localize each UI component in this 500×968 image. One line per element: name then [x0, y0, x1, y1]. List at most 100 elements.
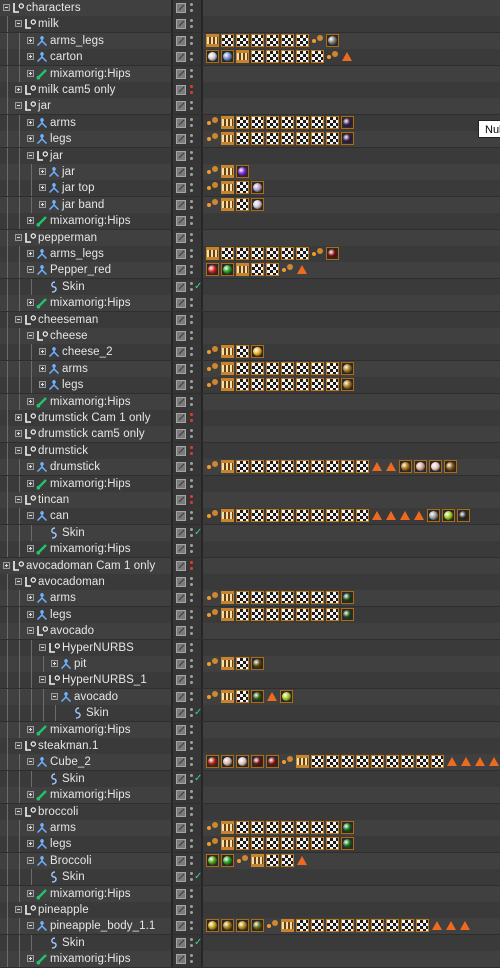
warning-triangle-icon[interactable] [385, 509, 397, 522]
collapse-minus-icon[interactable] [39, 643, 46, 651]
layer-icon[interactable] [176, 35, 186, 46]
checker-tag-icon[interactable] [281, 247, 294, 260]
layer-icon[interactable] [176, 790, 186, 801]
column-divider[interactable] [201, 918, 203, 935]
layer-icon[interactable] [176, 593, 186, 604]
checker-tag-icon[interactable] [431, 755, 444, 769]
kinematic-tag-icon[interactable] [311, 247, 324, 260]
column-divider[interactable] [201, 623, 203, 640]
checker-tag-icon[interactable] [266, 837, 279, 851]
object-row[interactable]: mixamorig:Hips [0, 65, 500, 83]
kinematic-tag-icon[interactable] [206, 460, 219, 473]
checker-tag-icon[interactable] [371, 755, 384, 769]
object-row[interactable]: mixamorig:Hips [0, 295, 500, 313]
object-row[interactable]: avocadoman [0, 574, 500, 591]
collapse-minus-icon[interactable] [15, 742, 22, 749]
warning-triangle-icon[interactable] [413, 509, 425, 522]
checker-tag-icon[interactable] [281, 378, 294, 392]
object-name-label[interactable]: Pepper_red [50, 263, 111, 277]
collapse-minus-icon[interactable] [27, 266, 34, 274]
checker-tag-icon[interactable] [266, 460, 279, 474]
layer-icon[interactable] [176, 314, 186, 325]
layer-icon[interactable] [176, 183, 186, 194]
object-name-label[interactable]: HyperNURBS [62, 641, 134, 655]
warning-triangle-icon[interactable] [341, 50, 353, 63]
checker-tag-icon[interactable] [326, 378, 339, 392]
layer-icon[interactable] [176, 445, 186, 456]
object-name-label[interactable]: Skin [62, 936, 85, 950]
object-row[interactable]: cheese [0, 328, 500, 345]
layer-icon[interactable] [176, 462, 186, 473]
object-row[interactable]: avocado [0, 688, 500, 706]
object-row[interactable]: drumstick [0, 459, 500, 477]
layer-icon[interactable] [176, 232, 186, 243]
expand-plus-icon[interactable] [39, 381, 46, 389]
column-divider[interactable] [201, 672, 203, 689]
object-row[interactable]: drumstick [0, 442, 500, 460]
checker-tag-icon[interactable] [341, 460, 354, 474]
layer-icon[interactable] [176, 806, 186, 817]
warning-triangle-icon[interactable] [431, 919, 443, 932]
kinematic-tag-icon[interactable] [206, 591, 219, 604]
expand-plus-icon[interactable] [27, 250, 34, 257]
layer-icon[interactable] [176, 872, 186, 883]
collapse-minus-icon[interactable] [27, 151, 34, 159]
editor-visibility-dot[interactable] [190, 888, 193, 892]
layer-icon[interactable] [176, 117, 186, 128]
collapse-minus-icon[interactable] [51, 692, 58, 700]
object-row[interactable]: steakman.1 [0, 738, 500, 755]
checker-tag-icon[interactable] [236, 378, 249, 392]
warning-triangle-icon[interactable] [371, 460, 383, 473]
checker-tag-icon[interactable] [266, 115, 279, 129]
column-divider[interactable] [201, 934, 203, 951]
checker-tag-icon[interactable] [266, 378, 279, 392]
editor-visibility-dot[interactable] [190, 495, 193, 498]
layer-icon[interactable] [176, 544, 186, 555]
checker-tag-icon[interactable] [326, 460, 339, 474]
collapse-minus-icon[interactable] [27, 332, 34, 339]
layer-icon[interactable] [176, 331, 186, 341]
checker-tag-icon[interactable] [296, 115, 309, 129]
column-divider[interactable] [201, 49, 203, 66]
object-name-label[interactable]: cheeseman [38, 313, 98, 327]
column-divider[interactable] [201, 426, 203, 443]
layer-icon[interactable] [176, 839, 186, 850]
layer-icon[interactable] [176, 855, 186, 866]
editor-visibility-dot[interactable] [190, 741, 193, 744]
material-tag-icon[interactable] [280, 689, 293, 703]
checker-tag-icon[interactable] [266, 33, 279, 47]
render-visibility-dot[interactable] [190, 238, 193, 242]
column-divider[interactable] [201, 590, 203, 607]
checker-tag-icon[interactable] [251, 607, 264, 621]
object-row[interactable]: tincan [0, 492, 500, 509]
object-name-label[interactable]: avocado [50, 624, 94, 638]
texture-tag-icon[interactable] [221, 197, 234, 211]
checker-tag-icon[interactable] [326, 591, 339, 605]
layer-icon[interactable] [176, 757, 186, 768]
checker-tag-icon[interactable] [386, 755, 399, 769]
object-row[interactable]: mixamorig:Hips [0, 213, 500, 231]
checker-tag-icon[interactable] [356, 755, 369, 769]
object-row[interactable]: arms_legs [0, 32, 500, 50]
kinematic-tag-icon[interactable] [311, 34, 324, 47]
texture-tag-icon[interactable] [236, 50, 249, 64]
render-visibility-dot[interactable] [190, 501, 193, 504]
column-divider[interactable] [201, 770, 203, 787]
object-name-label[interactable]: avocado [74, 690, 118, 704]
texture-tag-icon[interactable] [221, 165, 234, 178]
checker-tag-icon[interactable] [236, 657, 249, 670]
expand-plus-icon[interactable] [27, 610, 34, 618]
texture-tag-icon[interactable] [206, 247, 219, 260]
column-divider[interactable] [201, 114, 203, 131]
object-row[interactable]: arms_legs [0, 246, 500, 263]
object-row[interactable]: jar [0, 98, 500, 116]
kinematic-tag-icon[interactable] [281, 263, 294, 276]
render-visibility-dot[interactable] [190, 451, 193, 455]
render-visibility-dot[interactable] [190, 829, 193, 832]
material-tag-icon[interactable] [251, 919, 264, 933]
editor-visibility-dot[interactable] [190, 773, 193, 777]
object-name-label[interactable]: jar [38, 99, 51, 113]
checker-tag-icon[interactable] [341, 755, 354, 769]
layer-icon[interactable] [176, 823, 186, 833]
layer-icon[interactable] [176, 741, 186, 751]
